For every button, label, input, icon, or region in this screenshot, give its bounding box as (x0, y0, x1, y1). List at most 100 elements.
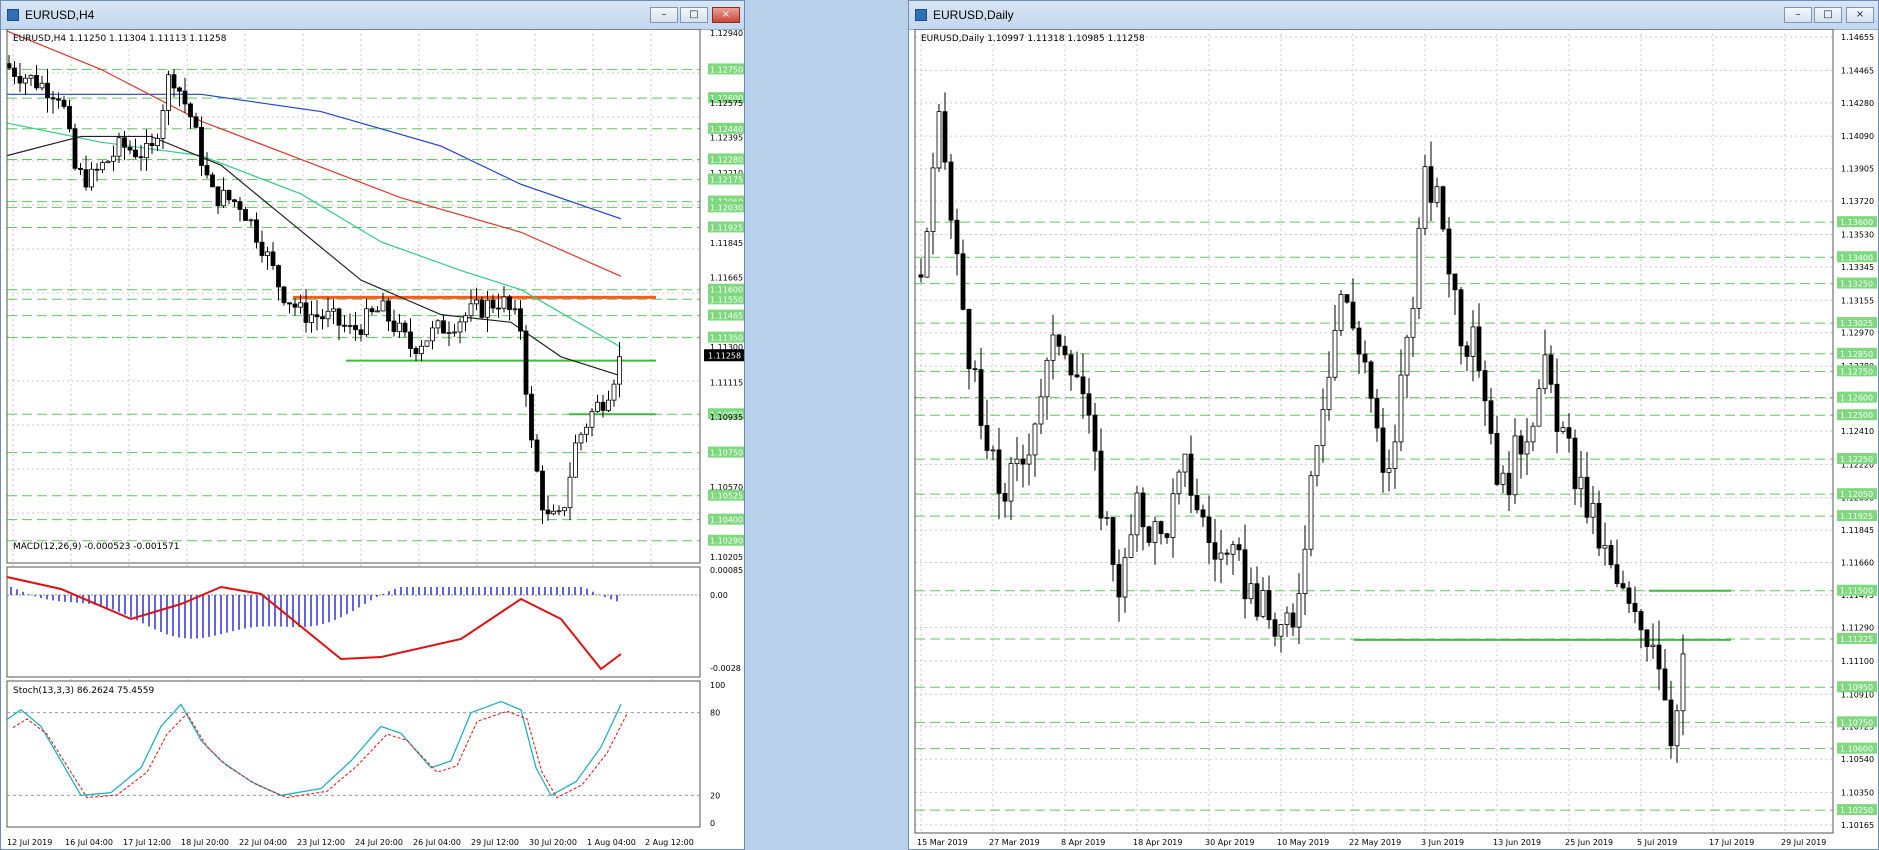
h4-candle-body (105, 160, 111, 164)
price-axis-label: 1.10205 (710, 553, 743, 562)
h4-candle-body (160, 110, 166, 139)
h4-candle-body (116, 137, 122, 157)
h4-candle-body (474, 299, 479, 305)
daily-candle-body (978, 369, 984, 426)
h4-candle-body (28, 74, 34, 79)
price-axis-label: 1.14655 (1841, 33, 1874, 42)
macd-axis-label: 0.00 (710, 591, 728, 600)
daily-candle-body (1140, 492, 1146, 528)
daily-candle-body (1224, 552, 1230, 555)
h4-candle-body (39, 82, 45, 89)
time-axis-label: 18 Apr 2019 (1133, 838, 1182, 847)
h4-price-axis: 1.129401.127501.126001.125751.124401.123… (704, 29, 744, 562)
price-axis-label: 1.11100 (1841, 657, 1874, 666)
h4-candle-body (122, 137, 127, 148)
h4-candle-body (523, 330, 529, 395)
daily-candle-body (984, 425, 990, 451)
green-level-label: 1.10600 (1840, 745, 1873, 754)
daily-candle-body (1638, 611, 1644, 631)
h4-candle-body (595, 401, 600, 412)
close-button[interactable]: × (712, 7, 740, 23)
daily-chart-canvas[interactable]: EURUSD,Daily 1.10997 1.11318 1.10985 1.1… (909, 29, 1879, 850)
daily-candle-body (1650, 644, 1656, 647)
daily-candle-body (1644, 629, 1650, 647)
daily-candle-body (1266, 590, 1272, 621)
daily-candle-body (1674, 710, 1680, 747)
h4-candle-body (567, 476, 573, 509)
time-axis-label: 8 Apr 2019 (1061, 838, 1105, 847)
ma-blue (7, 93, 622, 220)
daily-title-bar[interactable]: EURUSD,Daily – □ × (909, 1, 1878, 30)
macd-pane (6, 566, 701, 678)
h4-candle-body (342, 324, 347, 327)
daily-candle-body (1662, 668, 1668, 701)
h4-candle-body (127, 146, 133, 151)
daily-candle-body (1176, 471, 1182, 495)
daily-candle-body (1080, 376, 1086, 395)
daily-candle-body (1302, 548, 1308, 594)
h4-moving-averages (6, 30, 622, 377)
h4-candle-body (402, 322, 408, 333)
daily-candle-body (1470, 326, 1476, 357)
h4-candle-body (254, 219, 259, 243)
h4-candle-body (303, 302, 309, 323)
daily-candle-body (1680, 653, 1686, 712)
daily-candles (918, 92, 1686, 763)
h4-candle-body (369, 308, 375, 313)
h4-candle-body (270, 251, 276, 266)
h4-candle-body (138, 156, 144, 159)
price-axis-label: 1.12750 (710, 65, 743, 74)
daily-candle-body (1524, 441, 1530, 455)
h4-chart-canvas[interactable]: 0.000851 0.00 -0.0028 Stoch(13,3,3) 86.2624… (1, 29, 745, 850)
time-axis-label: 22 May 2019 (1349, 838, 1401, 847)
h4-candle-body (413, 348, 419, 354)
h4-candle-body (358, 329, 364, 335)
price-axis-label: 1.13345 (1841, 263, 1874, 272)
daily-candle-body (1404, 336, 1410, 376)
h4-candle-body (408, 331, 413, 349)
h4-candle-body (193, 116, 199, 128)
daily-candle-body (1188, 453, 1194, 496)
daily-candle-body (1242, 549, 1248, 600)
h4-candle-body (226, 189, 232, 201)
h4-chart-window[interactable]: EURUSD,H4 – □ × 0.000851 0.00 -0.0028 Stoch… (0, 0, 745, 850)
price-axis-label: 1.10750 (710, 449, 743, 458)
close-button[interactable]: × (1846, 7, 1874, 23)
h4-candle-body (336, 308, 342, 326)
daily-candle-body (1320, 409, 1326, 447)
h4-candle-body (221, 189, 226, 207)
daily-candle-body (1620, 583, 1626, 589)
green-level-label: 1.12250 (1840, 455, 1873, 464)
price-axis-label: 1.11465 (710, 312, 743, 321)
daily-candle-body (1398, 374, 1404, 443)
price-axis-label: 1.10525 (710, 492, 743, 501)
h4-candle-body (314, 314, 320, 318)
minimize-button[interactable]: – (1784, 7, 1812, 23)
daily-time-axis: 15 Mar 2019 27 Mar 2019 8 Apr 2019 18 Apr 2… (917, 838, 1826, 847)
h4-candle-body (237, 201, 243, 210)
daily-candle-body (1602, 544, 1608, 549)
maximize-button[interactable]: □ (1814, 7, 1842, 23)
time-axis-label: 25 Jun 2019 (1565, 838, 1613, 847)
daily-candle-body (1440, 186, 1446, 230)
daily-candle-body (930, 167, 936, 233)
macd-axis-label: 0.000851 (710, 566, 745, 575)
green-level-label: 1.13600 (1840, 218, 1873, 227)
daily-candle-body (1446, 228, 1452, 275)
daily-chart-window[interactable]: EURUSD,Daily – □ × EURUSD,Daily 1.10997 … (908, 0, 1879, 850)
daily-candle-body (1158, 521, 1164, 535)
chart-window-icon (915, 9, 927, 21)
daily-candle-body (1392, 441, 1398, 469)
h4-candle-body (199, 126, 204, 166)
maximize-button[interactable]: □ (680, 7, 708, 23)
h4-title-bar[interactable]: EURUSD,H4 – □ × (1, 1, 744, 30)
h4-candle-body (89, 168, 94, 188)
daily-candle-body (1560, 427, 1566, 432)
daily-candle-body (1596, 502, 1602, 549)
daily-candle-body (1002, 492, 1008, 502)
price-axis-label: 1.10400 (710, 516, 743, 525)
daily-candle-body (918, 274, 924, 278)
minimize-button[interactable]: – (650, 7, 678, 23)
daily-candle-body (966, 308, 972, 370)
green-level-label: 1.11225 (1840, 635, 1873, 644)
